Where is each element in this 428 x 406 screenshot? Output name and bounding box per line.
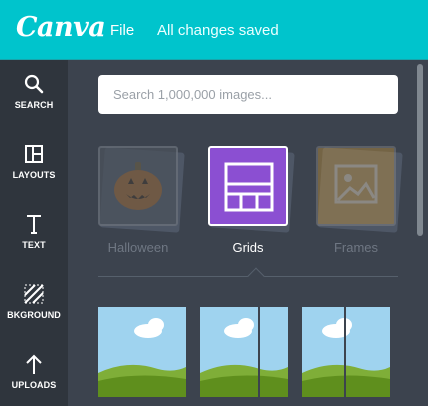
landscape-image — [200, 307, 288, 397]
grid-icon — [224, 162, 274, 212]
sidebar-item-background[interactable]: BKGROUND — [0, 270, 68, 340]
sidebar-item-uploads[interactable]: UPLOADS — [0, 340, 68, 406]
sidebar-item-label: TEXT — [22, 240, 46, 250]
search-icon — [24, 74, 44, 94]
selection-caret — [247, 267, 265, 285]
sidebar-item-label: BKGROUND — [7, 310, 61, 320]
panel-scrollbar[interactable] — [417, 64, 423, 236]
landscape-image — [302, 307, 390, 397]
sidebar-item-text[interactable]: TEXT — [0, 200, 68, 270]
category-tile-halloween[interactable] — [98, 146, 178, 226]
landscape-image — [98, 307, 186, 397]
canva-logo[interactable]: Canva — [16, 12, 106, 43]
file-menu[interactable]: File — [110, 22, 134, 39]
category-label-frames: Frames — [333, 240, 379, 255]
grid-layout-thumbnail[interactable] — [200, 307, 288, 397]
top-bar: Canva File All changes saved — [0, 0, 428, 60]
category-tile-frames[interactable] — [316, 146, 396, 226]
pumpkin-icon — [114, 162, 162, 210]
sidebar-item-label: LAYOUTS — [12, 170, 56, 180]
category-label-grids: Grids — [232, 240, 264, 255]
sidebar-item-layouts[interactable]: LAYOUTS — [0, 130, 68, 200]
picture-frame-icon — [334, 164, 378, 204]
image-search-input[interactable] — [98, 75, 398, 114]
sidebar-item-search[interactable]: SEARCH — [0, 60, 68, 130]
sidebar-item-label: UPLOADS — [11, 380, 57, 390]
category-tile-grids[interactable] — [208, 146, 288, 226]
grid-layout-thumbnail[interactable] — [98, 307, 186, 397]
grid-layout-thumbnail[interactable] — [302, 307, 390, 397]
layouts-panel: Halloween Grids Frames — [68, 60, 428, 406]
category-label-halloween: Halloween — [107, 240, 169, 255]
upload-arrow-icon — [26, 354, 42, 374]
save-status: All changes saved — [157, 22, 279, 39]
layouts-icon — [25, 145, 43, 163]
background-icon — [24, 284, 44, 304]
text-icon — [27, 215, 41, 234]
sidebar: SEARCH LAYOUTS TEXT BKGROUND UPLOADS — [0, 60, 68, 406]
sidebar-item-label: SEARCH — [14, 100, 54, 110]
